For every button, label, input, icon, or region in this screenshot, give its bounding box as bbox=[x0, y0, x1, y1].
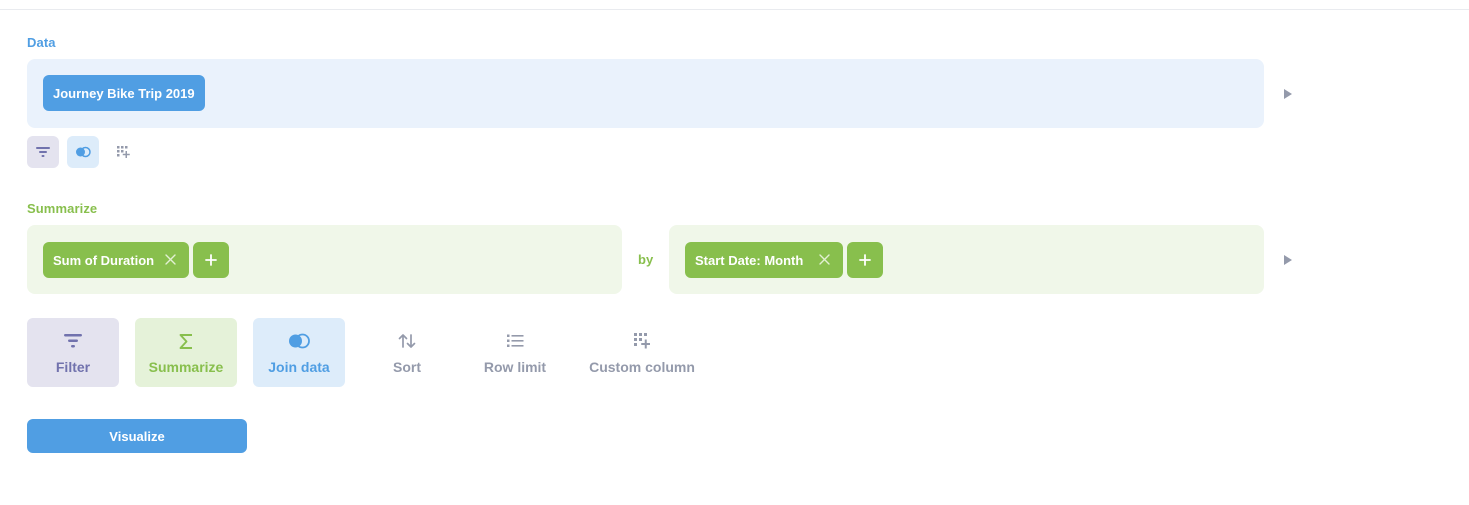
mini-custom-column-button[interactable] bbox=[107, 136, 139, 168]
table-pill[interactable]: Journey Bike Trip 2019 bbox=[43, 75, 205, 111]
data-step-panel: Journey Bike Trip 2019 bbox=[27, 59, 1264, 128]
custom-column-action-button[interactable]: Custom column bbox=[577, 318, 707, 387]
add-breakout-button[interactable] bbox=[847, 242, 883, 278]
metric-panel: Sum of Duration bbox=[27, 225, 622, 294]
row-limit-action-button[interactable]: Row limit bbox=[469, 318, 561, 387]
visualize-button[interactable]: Visualize bbox=[27, 419, 247, 453]
summarize-action-button[interactable]: Summarize bbox=[135, 318, 237, 387]
breakout-pill[interactable]: Start Date: Month bbox=[685, 242, 843, 278]
filter-icon bbox=[36, 147, 50, 157]
summarize-step-preview-icon[interactable] bbox=[1283, 254, 1293, 266]
sort-arrows-icon bbox=[398, 334, 416, 348]
mini-join-button[interactable] bbox=[67, 136, 99, 168]
join-icon bbox=[289, 333, 310, 349]
plus-icon bbox=[205, 254, 217, 266]
breakout-label: Start Date: Month bbox=[695, 252, 804, 268]
sort-action-label: Sort bbox=[393, 359, 421, 375]
join-action-button[interactable]: Join data bbox=[253, 318, 345, 387]
filter-action-label: Filter bbox=[55, 359, 91, 375]
data-step-preview-icon[interactable] bbox=[1283, 88, 1293, 100]
data-section-label: Data bbox=[27, 35, 56, 50]
metric-pill[interactable]: Sum of Duration bbox=[43, 242, 189, 278]
filter-action-button[interactable]: Filter bbox=[27, 318, 119, 387]
plus-icon bbox=[859, 254, 871, 266]
breakout-panel: Start Date: Month bbox=[669, 225, 1264, 294]
summarize-action-label: Summarize bbox=[148, 359, 224, 375]
sort-action-button[interactable]: Sort bbox=[361, 318, 453, 387]
join-icon bbox=[76, 146, 91, 158]
summarize-section-label: Summarize bbox=[27, 201, 98, 216]
add-metric-button[interactable] bbox=[193, 242, 229, 278]
custom-column-action-label: Custom column bbox=[589, 359, 695, 375]
list-icon bbox=[506, 334, 523, 347]
close-icon[interactable] bbox=[818, 253, 831, 266]
grid-plus-icon bbox=[116, 145, 130, 158]
grid-plus-icon bbox=[634, 333, 650, 349]
by-label: by bbox=[638, 252, 654, 267]
row-limit-action-label: Row limit bbox=[483, 359, 547, 375]
sigma-icon bbox=[179, 333, 192, 349]
join-action-label: Join data bbox=[268, 359, 330, 375]
top-divider bbox=[0, 9, 1469, 10]
metric-label: Sum of Duration bbox=[53, 252, 155, 268]
filter-icon bbox=[64, 334, 82, 348]
mini-filter-button[interactable] bbox=[27, 136, 59, 168]
close-icon[interactable] bbox=[164, 253, 177, 266]
